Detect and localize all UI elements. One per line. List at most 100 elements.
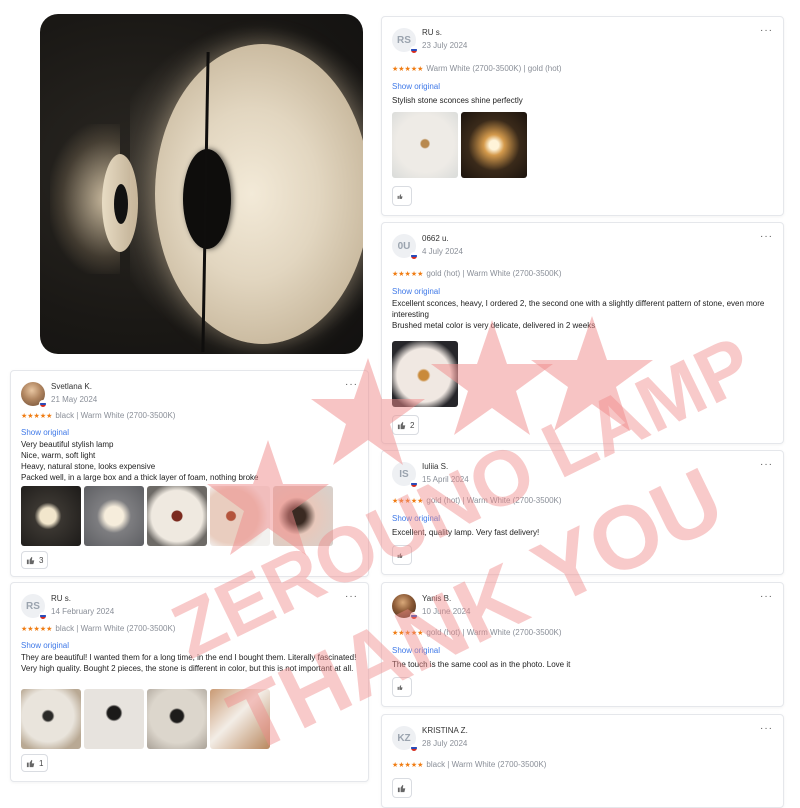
review-card: KZ KRISTINA Z. 28 July 2024 ··· ★★★★★ bla… (381, 714, 784, 808)
review-line: Heavy, natural stone, looks expensive (21, 462, 156, 471)
more-options-icon[interactable]: ··· (760, 231, 773, 242)
show-original-link[interactable]: Show original (392, 82, 440, 91)
star-rating-icon: ★★★★★ (392, 498, 424, 505)
show-original-link[interactable]: Show original (21, 641, 69, 650)
star-rating-icon: ★★★★★ (392, 66, 424, 73)
review-photo-thumbnail[interactable] (147, 689, 207, 749)
like-button[interactable]: 3 (21, 551, 49, 569)
country-flag-icon (410, 46, 418, 54)
like-button[interactable]: 1 (21, 754, 49, 772)
like-button[interactable] (392, 778, 412, 798)
rating-row: ★★★★★ black | Warm White (2700-3500K) (21, 624, 175, 633)
show-original-link[interactable]: Show original (21, 428, 69, 437)
reviewer-name[interactable]: RU s. (422, 28, 442, 37)
rating-row: ★★★★★ gold (hot) | Warm White (2700-3500K… (392, 628, 562, 637)
more-options-icon[interactable]: ··· (760, 25, 773, 36)
variant-text: gold (hot) | Warm White (2700-3500K) (426, 628, 562, 637)
variant-text: black | Warm White (2700-3500K) (426, 760, 547, 769)
more-options-icon[interactable]: ··· (345, 591, 358, 602)
small-lamp-center (114, 184, 128, 224)
reviewer-name[interactable]: Svetlana K. (51, 382, 92, 391)
rating-row: ★★★★★ black | Warm White (2700-3500K) (21, 411, 175, 420)
star-rating-icon: ★★★★★ (21, 626, 53, 633)
review-photo-thumbnail[interactable] (392, 112, 458, 178)
variant-text: Warm White (2700-3500K) | gold (hot) (426, 64, 562, 73)
review-photo-thumbnail[interactable] (461, 112, 527, 178)
review-date: 4 July 2024 (422, 247, 463, 256)
review-date: 10 June 2024 (422, 607, 471, 616)
review-date: 28 July 2024 (422, 739, 468, 748)
review-photo-thumbnail[interactable] (84, 689, 144, 749)
review-photo-thumbnail[interactable] (21, 689, 81, 749)
review-date: 23 July 2024 (422, 41, 468, 50)
review-line: Stylish stone sconces shine perfectly (392, 96, 523, 105)
reviewer-name[interactable]: Yanis B. (422, 594, 451, 603)
country-flag-icon (410, 612, 418, 620)
thumbs-up-icon (26, 759, 35, 767)
reviewer-name[interactable]: 0662 u. (422, 234, 449, 243)
more-options-icon[interactable]: ··· (760, 591, 773, 602)
more-options-icon[interactable]: ··· (345, 379, 358, 390)
review-photo-thumbnail[interactable] (273, 486, 333, 546)
thumbs-up-icon (397, 784, 406, 792)
review-photos (392, 112, 527, 178)
product-photo[interactable] (40, 14, 363, 354)
show-original-link[interactable]: Show original (392, 287, 440, 296)
review-line: Brushed metal color is very delicate, de… (392, 321, 596, 330)
country-flag-icon (410, 744, 418, 752)
review-line: They are beautiful! I wanted them for a … (21, 653, 357, 662)
country-flag-icon (410, 480, 418, 488)
star-rating-icon: ★★★★★ (392, 630, 424, 637)
review-photo-thumbnail[interactable] (147, 486, 207, 546)
review-photo-thumbnail[interactable] (84, 486, 144, 546)
review-line: Very beautiful stylish lamp (21, 440, 114, 449)
review-text: Stylish stone sconces shine perfectly (392, 95, 773, 106)
rating-row: ★★★★★ Warm White (2700-3500K) | gold (hot… (392, 64, 562, 73)
review-text: Excellent sconces, heavy, I ordered 2, t… (392, 298, 773, 331)
review-photo-thumbnail[interactable] (210, 486, 270, 546)
country-flag-icon (39, 400, 47, 408)
variant-text: black | Warm White (2700-3500K) (55, 411, 176, 420)
variant-text: black | Warm White (2700-3500K) (55, 624, 176, 633)
like-button[interactable] (392, 545, 412, 565)
like-button[interactable] (392, 186, 412, 206)
review-line: Excellent, quality lamp. Very fast deliv… (392, 528, 540, 537)
like-count: 2 (410, 420, 415, 430)
show-original-link[interactable]: Show original (392, 646, 440, 655)
review-text: Excellent, quality lamp. Very fast deliv… (392, 527, 773, 538)
review-photos (21, 689, 270, 749)
review-photos (21, 486, 333, 546)
review-line: The touch is the same cool as in the pho… (392, 660, 571, 669)
more-options-icon[interactable]: ··· (760, 459, 773, 470)
review-date: 15 April 2024 (422, 475, 469, 484)
rating-row: ★★★★★ black | Warm White (2700-3500K) (392, 760, 546, 769)
review-photo-thumbnail[interactable] (21, 486, 81, 546)
review-card: IS Iuliia S. 15 April 2024 ··· ★★★★★ gold… (381, 450, 784, 575)
thumbs-up-icon (26, 556, 35, 564)
reviewer-name[interactable]: RU s. (51, 594, 71, 603)
review-line: Nice, warm, soft light (21, 451, 96, 460)
star-rating-icon: ★★★★★ (392, 762, 424, 769)
thumbs-up-icon (397, 684, 403, 690)
reviewer-name[interactable]: Iuliia S. (422, 462, 448, 471)
more-options-icon[interactable]: ··· (760, 723, 773, 734)
like-button[interactable] (392, 677, 412, 697)
review-line: Excellent sconces, heavy, I ordered 2, t… (392, 299, 765, 319)
review-line: Very high quality. Bought 2 pieces, the … (21, 664, 354, 673)
thumbs-up-icon (397, 552, 403, 558)
review-photo-thumbnail[interactable] (392, 341, 458, 407)
star-rating-icon: ★★★★★ (392, 271, 424, 278)
variant-text: gold (hot) | Warm White (2700-3500K) (426, 269, 562, 278)
like-button[interactable]: 2 (392, 415, 420, 435)
reviewer-name[interactable]: KRISTINA Z. (422, 726, 468, 735)
country-flag-icon (39, 612, 47, 620)
review-text: The touch is the same cool as in the pho… (392, 659, 773, 670)
thumbs-up-icon (397, 421, 406, 429)
review-photos (392, 341, 458, 407)
review-text: They are beautiful! I wanted them for a … (21, 652, 358, 674)
review-date: 14 February 2024 (51, 607, 115, 616)
rating-row: ★★★★★ gold (hot) | Warm White (2700-3500K… (392, 496, 562, 505)
show-original-link[interactable]: Show original (392, 514, 440, 523)
review-photo-thumbnail[interactable] (210, 689, 270, 749)
review-card: RS RU s. 23 July 2024 ··· ★★★★★ Warm Whit… (381, 16, 784, 216)
